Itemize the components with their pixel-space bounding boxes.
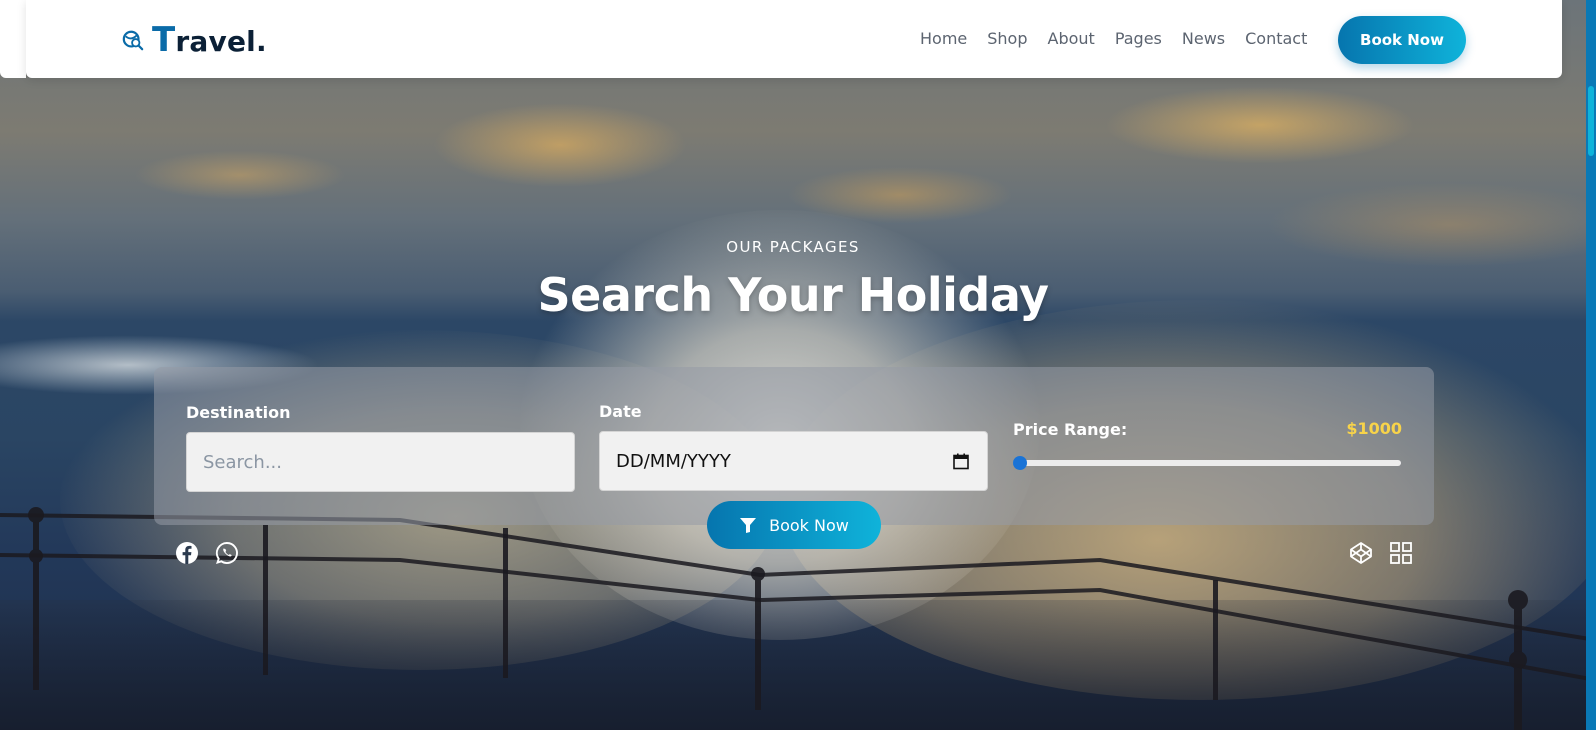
logo-rest: ravel. <box>175 25 267 58</box>
nav-item-about[interactable]: About <box>1048 28 1095 50</box>
search-book-now-button[interactable]: Book Now <box>707 501 881 549</box>
price-range-slider-thumb[interactable] <box>1013 456 1027 470</box>
destination-label: Destination <box>186 403 291 422</box>
price-range-slider[interactable] <box>1013 460 1401 466</box>
date-input-value: DD/MM/YYYY <box>616 450 731 472</box>
header-edge <box>0 0 26 78</box>
header-book-now-button[interactable]: Book Now <box>1338 16 1466 64</box>
whatsapp-icon[interactable] <box>215 541 239 565</box>
date-input[interactable]: DD/MM/YYYY <box>599 431 988 491</box>
price-range-label: Price Range: <box>1013 420 1128 439</box>
nav-item-shop[interactable]: Shop <box>987 28 1027 50</box>
grid-icon[interactable] <box>1389 541 1413 565</box>
nav-item-contact[interactable]: Contact <box>1245 28 1307 50</box>
nav-item-news[interactable]: News <box>1182 28 1225 50</box>
scrollbar-thumb[interactable] <box>1588 86 1594 156</box>
calendar-icon[interactable] <box>953 453 969 470</box>
hero-title: Search Your Holiday <box>537 268 1049 322</box>
nav-item-pages[interactable]: Pages <box>1115 28 1162 50</box>
search-book-now-label: Book Now <box>769 515 849 535</box>
page: Travel. Home Shop About Pages News Conta… <box>0 0 1596 730</box>
nav-item-home[interactable]: Home <box>920 28 967 50</box>
filter-icon <box>740 518 757 533</box>
logo-first-letter: T <box>152 20 176 60</box>
codepen-icon[interactable] <box>1349 541 1373 565</box>
main-nav: Home Shop About Pages News Contact <box>920 28 1307 50</box>
hero-background-image <box>0 0 1596 730</box>
logo-text: Travel. <box>152 20 267 60</box>
hero-eyebrow: OUR PACKAGES <box>726 238 860 256</box>
date-label: Date <box>599 402 642 421</box>
destination-input[interactable]: Search... <box>186 432 575 492</box>
site-logo[interactable]: Travel. <box>122 20 267 60</box>
facebook-icon[interactable] <box>175 541 199 565</box>
pier-railing <box>0 507 1596 730</box>
globe-search-icon <box>122 30 144 51</box>
price-range-value: $1000 <box>1346 419 1402 438</box>
